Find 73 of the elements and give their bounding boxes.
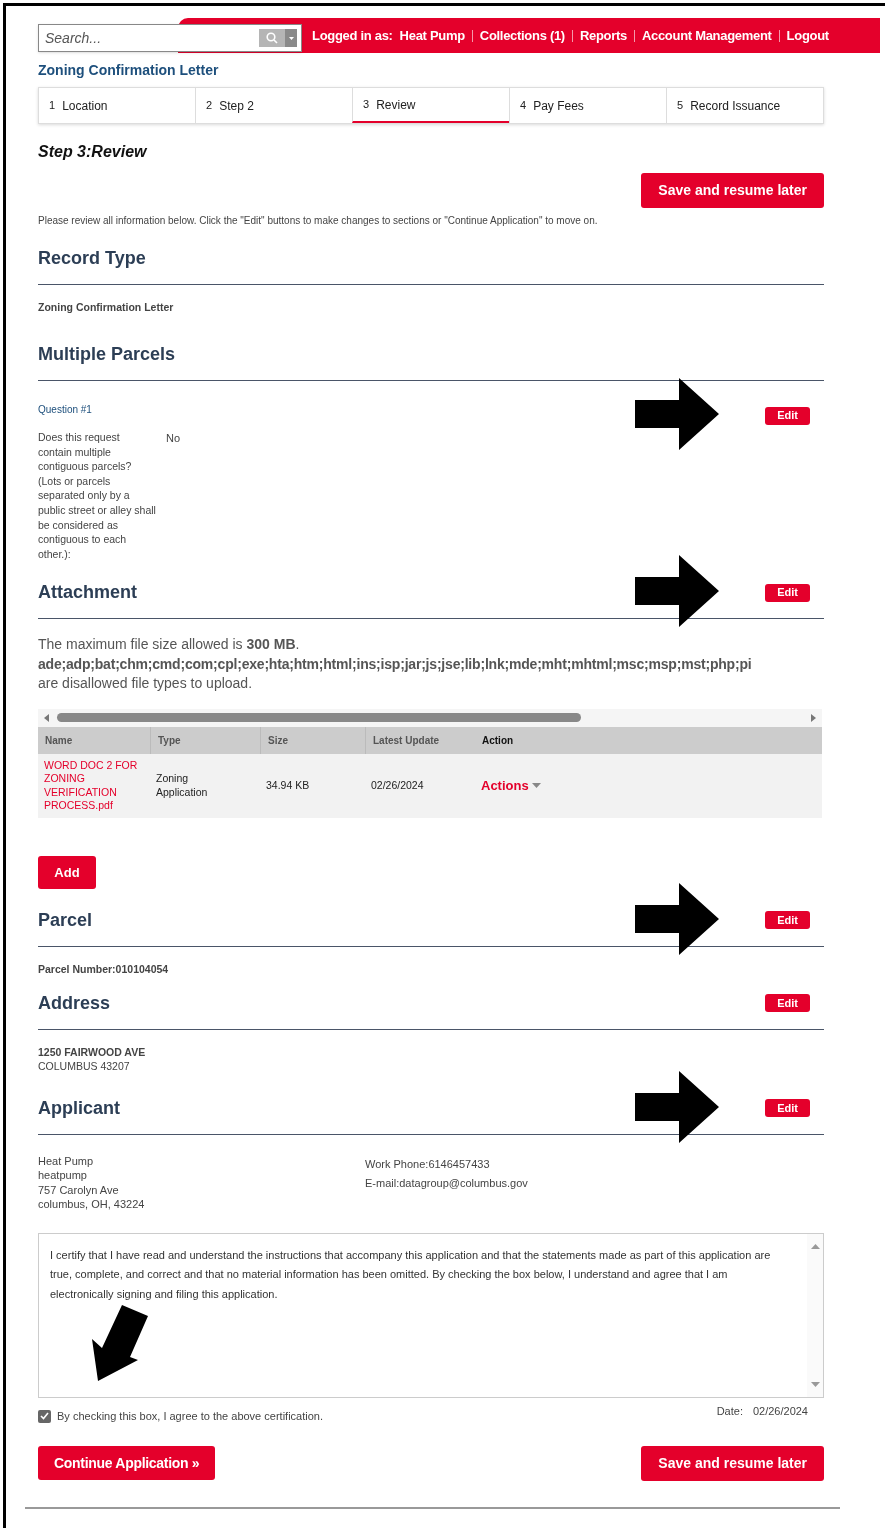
contact-text: columbus, OH, 43224 xyxy=(38,1197,146,1212)
search-icon xyxy=(266,32,278,44)
file-link[interactable]: WORD DOC 2 FOR ZONING VERIFICATION PROCESS.pdf xyxy=(44,758,150,813)
step-tab[interactable]: 3 Review xyxy=(352,88,509,123)
logged-in-label: Logged in as: xyxy=(312,26,393,45)
nav-link[interactable]: Logout xyxy=(786,25,829,46)
column-header: Name xyxy=(44,733,74,748)
section-text: COLUMBUS 43207 xyxy=(38,1058,131,1073)
column-header: Action xyxy=(481,733,515,748)
section-text: 1250 FAIRWOOD AVE xyxy=(38,1044,147,1059)
question-text: Does this request contain multiple contiguous parcels? (Lots or parcels separated only by a public street or alley shall be considered as contiguous to each other.): xyxy=(38,430,156,562)
add-button[interactable]: Add xyxy=(38,855,96,889)
scroll-right-icon[interactable] xyxy=(811,713,816,722)
page-title: Zoning Confirmation Letter xyxy=(38,61,220,80)
certification-text: I certify that I have read and understand the instructions that accompany this application and that the statements made as part of this application are true, complete, and correct and that no material information has been omitted. By checking the box below, I understand and agree that I am electronically signing and filing this application. xyxy=(49,1247,772,1302)
horizontal-scrollbar[interactable] xyxy=(38,708,822,727)
edit-button[interactable]: Edit xyxy=(765,994,810,1013)
section-text: Parcel Number:010104054 xyxy=(38,961,170,976)
nav-link[interactable]: Account Management xyxy=(641,25,772,46)
save-button[interactable]: Save and resume later xyxy=(641,173,824,208)
column-header: Size xyxy=(260,726,365,754)
date-label: Date: xyxy=(716,1403,743,1419)
notice-text: The maximum file size allowed is 300 MB. xyxy=(38,635,301,655)
section-heading: Record Type xyxy=(38,247,146,270)
vertical-scrollbar[interactable] xyxy=(807,1233,823,1397)
certification-text-area[interactable] xyxy=(38,1232,824,1398)
table-cell: 34.94 KB xyxy=(266,778,310,791)
checkbox-label: By checking this box, I agree to the above certification. xyxy=(57,1408,323,1424)
edit-button[interactable]: Edit xyxy=(765,406,810,425)
save-button[interactable]: Save and resume later xyxy=(641,1446,824,1482)
column-header: Type xyxy=(150,726,260,754)
date-value: 02/26/2024 xyxy=(752,1403,808,1419)
user-name: Heat Pump xyxy=(399,26,465,45)
edit-button[interactable]: Edit xyxy=(765,1099,810,1118)
search-button[interactable] xyxy=(259,29,285,47)
contact-text: heatpump xyxy=(38,1168,88,1183)
contact-text: E-mail:datagroup@columbus.gov xyxy=(365,1175,528,1191)
column-header: Latest Update xyxy=(365,726,475,754)
edit-button[interactable]: Edit xyxy=(765,911,810,930)
scroll-left-icon[interactable] xyxy=(44,713,49,722)
section-heading: Applicant xyxy=(38,1096,120,1120)
caret-icon xyxy=(288,36,294,40)
continue-button[interactable]: Continue Application » xyxy=(38,1446,216,1481)
contact-text: Heat Pump xyxy=(38,1153,95,1169)
notice-text: ade;adp;bat;chm;cmd;com;cpl;exe;hta;htm;html;ins;isp;jar;js;jse;lib;lnk;mde;mht;mhtml;msc;msp;mst;php;pi xyxy=(38,654,753,674)
actions-dropdown[interactable]: Actions xyxy=(481,776,541,796)
table-cell: 02/26/2024 xyxy=(371,778,424,791)
section-text: Zoning Confirmation Letter xyxy=(38,300,175,314)
instructions-text: Please review all information below. Click the "Edit" buttons to make changes to sections or "Continue Application" to move on. xyxy=(38,214,599,228)
step-tab[interactable]: 1 Location xyxy=(39,88,195,123)
section-heading: Parcel xyxy=(38,908,93,932)
answer-text: No xyxy=(166,431,181,446)
nav-link[interactable]: Reports xyxy=(579,25,627,46)
step-tab[interactable]: 4 Pay Fees xyxy=(509,88,666,123)
section-heading: Attachment xyxy=(38,581,137,605)
scroll-down-icon[interactable] xyxy=(810,1381,820,1387)
search-field[interactable]: Search... xyxy=(38,24,302,52)
edit-button[interactable]: Edit xyxy=(765,583,810,602)
nav-link[interactable]: Collections (1) xyxy=(479,25,565,46)
contact-text: 757 Carolyn Ave xyxy=(38,1182,120,1198)
dropdown-button[interactable] xyxy=(285,29,297,47)
section-heading: Multiple Parcels xyxy=(38,343,176,366)
step-tab[interactable]: 2 Step 2 xyxy=(195,88,352,123)
question-label: Question #1 xyxy=(38,403,93,417)
checkbox[interactable] xyxy=(38,1409,51,1423)
step-heading: Step 3:Review xyxy=(38,142,148,162)
section-heading: Address xyxy=(38,991,111,1015)
caret-icon xyxy=(531,783,541,789)
table-cell-text: Zoning Application xyxy=(156,772,209,800)
step-tab[interactable]: 5 Record Issuance xyxy=(666,88,823,123)
contact-text: Work Phone:6146457433 xyxy=(365,1156,491,1172)
scroll-up-icon[interactable] xyxy=(810,1243,820,1249)
notice-text: are disallowed file types to upload. xyxy=(38,674,254,694)
